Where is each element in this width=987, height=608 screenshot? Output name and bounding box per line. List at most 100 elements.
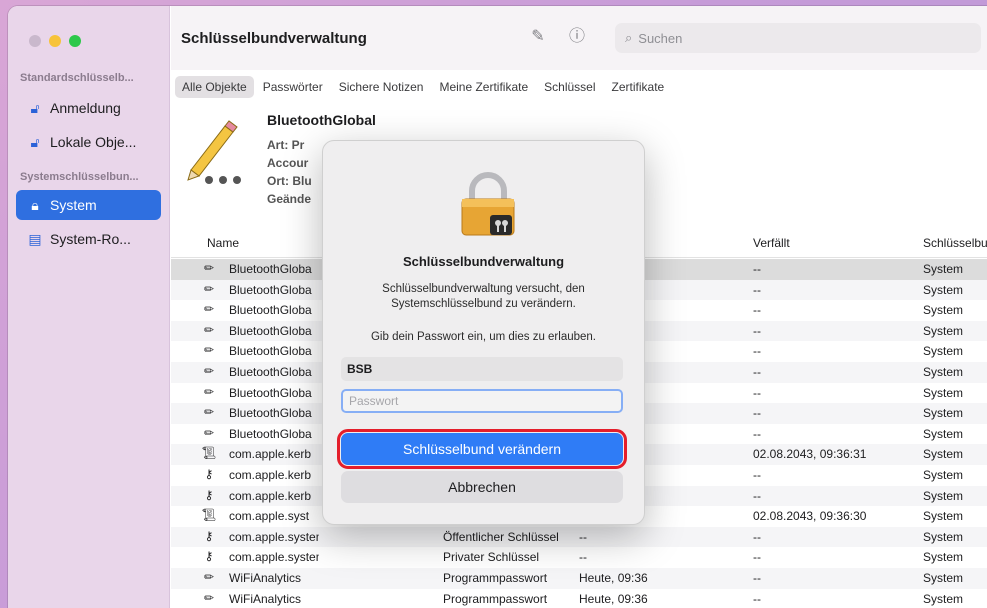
row-name: BluetoothGloba bbox=[229, 262, 312, 276]
row-name: BluetoothGloba bbox=[229, 364, 312, 379]
sidebar-item-lokale-objekte[interactable]: 🔓︎ Lokale Obje... bbox=[16, 127, 161, 157]
sidebar: Standardschlüsselb... 🔓︎ Anmeldung 🔓︎ Lo… bbox=[8, 6, 170, 608]
row-kind: Öffentlicher Schlüssel bbox=[443, 529, 559, 544]
item-name: BluetoothGlobal bbox=[267, 112, 376, 128]
pencil-icon: ✏︎ bbox=[203, 322, 215, 337]
lock-icon bbox=[461, 172, 515, 236]
tab-sichere-notizen[interactable]: Sichere Notizen bbox=[332, 76, 431, 98]
sidebar-item-anmeldung[interactable]: 🔓︎ Anmeldung bbox=[16, 93, 161, 123]
column-header-expires[interactable]: Verfällt bbox=[753, 236, 790, 250]
password-field[interactable]: Passwort bbox=[341, 389, 623, 413]
row-expires: -- bbox=[753, 282, 761, 297]
row-keychain: System bbox=[923, 344, 964, 359]
sidebar-item-system-roots[interactable]: ▤ System-Ro... bbox=[16, 224, 161, 254]
key-icon: ⚷ bbox=[204, 549, 214, 564]
window-title: Schlüsselbundverwaltung bbox=[181, 30, 367, 47]
new-item-icon[interactable]: ✎ bbox=[527, 26, 549, 48]
tab-schluessel[interactable]: Schlüssel bbox=[537, 76, 602, 98]
lock-icon: 🔒︎ bbox=[31, 196, 39, 213]
table-row[interactable]: ⚷ com.apple.systemdefault Privater Schlüss… bbox=[171, 547, 987, 568]
info-icon[interactable]: ⓘ bbox=[566, 26, 588, 48]
tab-alle-objekte[interactable]: Alle Objekte bbox=[175, 76, 254, 98]
row-expires: -- bbox=[753, 529, 761, 544]
keychain-window: Standardschlüsselb... 🔓︎ Anmeldung 🔓︎ Lo… bbox=[8, 6, 987, 608]
sidebar-item-system[interactable]: 🔒︎ System bbox=[16, 190, 161, 220]
search-icon: ⌕ bbox=[625, 30, 633, 45]
row-kind: Privater Schlüssel bbox=[443, 550, 540, 565]
row-name: WiFiAnalytics bbox=[229, 570, 302, 585]
row-keychain: System bbox=[923, 591, 964, 606]
key-icon: ⚷ bbox=[204, 528, 214, 543]
window-controls bbox=[29, 35, 81, 47]
key-icon: ⚷ bbox=[204, 466, 214, 481]
table-row[interactable]: ⚷ com.apple.systemdefault Öffentlicher Sch… bbox=[171, 526, 987, 548]
pencil-icon bbox=[187, 120, 241, 184]
row-keychain: System bbox=[923, 447, 964, 462]
row-expires: -- bbox=[753, 426, 761, 441]
row-expires: -- bbox=[753, 570, 761, 585]
tab-zertifikate[interactable]: Zertifikate bbox=[605, 76, 672, 98]
sidebar-item-label: Lokale Obje... bbox=[50, 134, 137, 150]
row-name: com.apple.kerb bbox=[229, 447, 312, 462]
sidebar-section-system: Systemschlüsselbun... bbox=[20, 171, 139, 183]
certificate-icon: 📜︎ bbox=[201, 446, 217, 461]
pencil-icon: ✏︎ bbox=[203, 425, 215, 440]
minimize-window-button[interactable] bbox=[49, 35, 61, 47]
column-header-name[interactable]: Name bbox=[207, 236, 239, 250]
dialog-prompt: Gib dein Passwort ein, um dies zu erlaub… bbox=[370, 331, 596, 343]
row-expires: 02.08.2043, 09:36:31 bbox=[753, 447, 867, 462]
pencil-icon: ✏︎ bbox=[203, 302, 215, 317]
username-field[interactable]: BSB bbox=[341, 357, 623, 381]
key-icon: ⚷ bbox=[204, 487, 214, 502]
row-expires: -- bbox=[753, 303, 761, 318]
row-expires: -- bbox=[753, 262, 761, 276]
table-row[interactable]: ✏︎ WiFiAnalytics Programmpasswort Heute, 09… bbox=[171, 567, 987, 589]
row-expires: -- bbox=[753, 550, 761, 565]
row-expires: -- bbox=[753, 323, 761, 338]
dialog-title: Schlüsselbundverwaltung bbox=[402, 254, 565, 269]
row-keychain: System bbox=[923, 385, 964, 400]
item-location: Ort: Blu bbox=[267, 174, 312, 188]
row-kind: Programmpasswort bbox=[443, 591, 548, 606]
item-kind: Art: Pr bbox=[267, 138, 305, 152]
pencil-icon: ✏︎ bbox=[203, 281, 215, 296]
row-expires: -- bbox=[753, 591, 761, 606]
pencil-icon: ✏︎ bbox=[203, 363, 215, 378]
item-account: Accour bbox=[267, 156, 309, 170]
row-modified: -- bbox=[579, 529, 587, 544]
row-name: BluetoothGloba bbox=[229, 282, 312, 297]
row-name: BluetoothGloba bbox=[229, 323, 312, 338]
search-placeholder: Suchen bbox=[638, 30, 683, 46]
column-header-keychain[interactable]: Schlüsselbu bbox=[923, 236, 987, 250]
dialog-message: Schlüsselbundverwaltung versucht, den Sy… bbox=[382, 283, 585, 310]
maximize-window-button[interactable] bbox=[69, 35, 81, 47]
table-row[interactable]: ✏︎ WiFiAnalytics Programmpasswort Heute, 09… bbox=[171, 589, 987, 608]
row-name: BluetoothGloba bbox=[229, 303, 312, 318]
toolbar: Schlüsselbundverwaltung ✎ ⓘ ⌕ Suchen bbox=[171, 6, 987, 70]
row-expires: -- bbox=[753, 467, 761, 482]
pencil-icon: ✏︎ bbox=[203, 261, 215, 275]
row-keychain: System bbox=[923, 488, 964, 503]
tab-meine-zertifikate[interactable]: Meine Zertifikate bbox=[432, 76, 535, 98]
pencil-icon: ✏︎ bbox=[203, 405, 215, 420]
row-modified: -- bbox=[579, 550, 587, 565]
row-name: com.apple.systemdefault bbox=[229, 550, 319, 565]
change-keychain-button[interactable]: Schlüsselbund verändern bbox=[337, 429, 627, 469]
tab-passwoerter[interactable]: Passwörter bbox=[256, 76, 330, 98]
row-keychain: System bbox=[923, 303, 964, 318]
row-keychain: System bbox=[923, 406, 964, 421]
cancel-button[interactable]: Abbrechen bbox=[341, 471, 623, 503]
pencil-icon: ✏︎ bbox=[203, 343, 215, 358]
search-input[interactable]: ⌕ Suchen bbox=[615, 23, 981, 53]
row-expires: -- bbox=[753, 406, 761, 421]
row-keychain: System bbox=[923, 570, 964, 585]
sidebar-item-label: System-Ro... bbox=[50, 231, 131, 247]
row-keychain: System bbox=[923, 262, 964, 276]
row-expires: -- bbox=[753, 488, 761, 503]
certificate-icon: 📜︎ bbox=[201, 508, 217, 523]
row-expires: -- bbox=[753, 364, 761, 379]
close-window-button[interactable] bbox=[29, 35, 41, 47]
authentication-dialog: Schlüsselbundverwaltung Schlüsselbundver… bbox=[322, 140, 645, 525]
row-keychain: System bbox=[923, 364, 964, 379]
row-expires: 02.08.2043, 09:36:30 bbox=[753, 509, 867, 524]
